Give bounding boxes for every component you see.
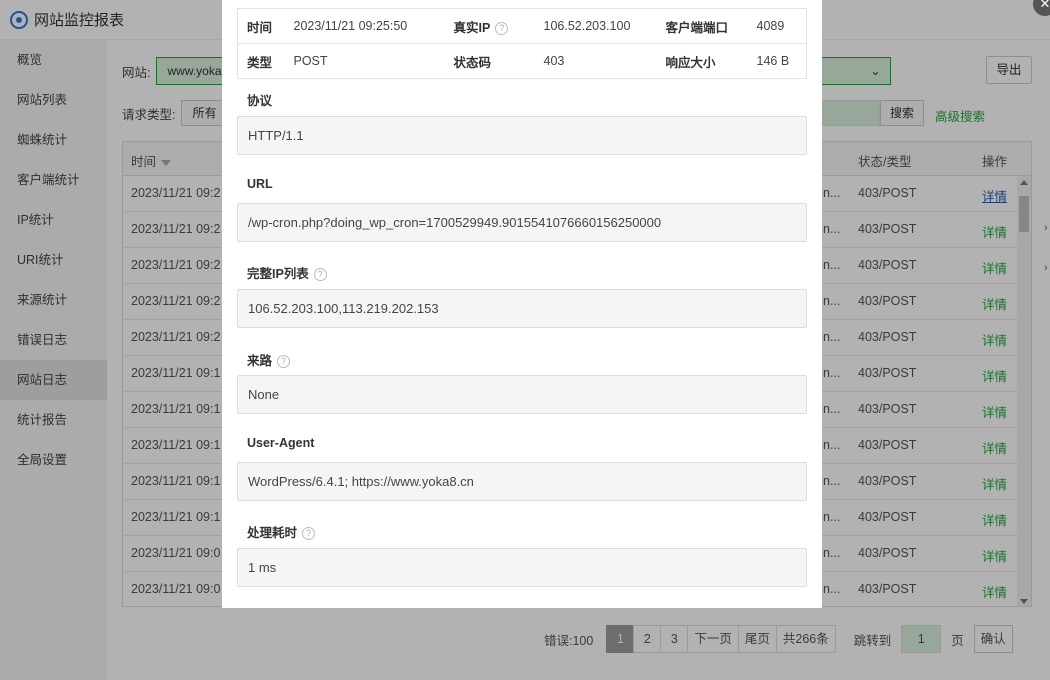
url-field[interactable]: /wp-cron.php?doing_wp_cron=1700529949.90… xyxy=(237,203,807,242)
elapsed-label-text: 处理耗时 xyxy=(247,526,298,540)
help-icon[interactable]: ? xyxy=(495,21,509,35)
edge-arrow-icon: › xyxy=(1044,222,1048,234)
real-ip-value: 106.52.203.100 xyxy=(534,8,657,44)
real-ip-label: 真实IP? xyxy=(444,8,535,44)
type-label: 类型 xyxy=(237,43,285,79)
ip-list-field[interactable]: 106.52.203.100,113.219.202.153 xyxy=(237,289,807,328)
response-size-label: 响应大小 xyxy=(656,43,748,79)
client-port-value: 4089 xyxy=(747,8,807,44)
protocol-label: 协议 xyxy=(247,94,273,108)
help-icon[interactable]: ? xyxy=(313,268,327,282)
elapsed-label: 处理耗时? xyxy=(247,522,316,541)
ip-list-label-text: 完整IP列表 xyxy=(247,267,309,281)
referer-field[interactable]: None xyxy=(237,375,807,414)
close-icon[interactable]: ✕ xyxy=(1033,0,1050,16)
response-size-value: 146 B xyxy=(747,43,807,79)
referer-label: 来路? xyxy=(247,350,291,369)
info-row: 类型 POST 状态码 403 响应大小 146 B xyxy=(237,43,807,79)
protocol-field[interactable]: HTTP/1.1 xyxy=(237,116,807,155)
elapsed-field[interactable]: 1 ms xyxy=(237,548,807,587)
help-icon[interactable]: ? xyxy=(302,527,316,541)
time-value: 2023/11/21 09:25:50 xyxy=(284,8,445,44)
user-agent-field[interactable]: WordPress/6.4.1; https://www.yoka8.cn xyxy=(237,462,807,501)
ip-list-label: 完整IP列表? xyxy=(247,263,327,282)
referer-label-text: 来路 xyxy=(247,354,273,368)
request-info-table: 时间 2023/11/21 09:25:50 真实IP? 106.52.203.… xyxy=(237,8,807,79)
user-agent-label: User-Agent xyxy=(247,436,315,450)
time-label: 时间 xyxy=(237,8,285,44)
help-icon[interactable]: ? xyxy=(277,355,291,369)
status-code-label: 状态码 xyxy=(444,43,535,79)
status-code-value: 403 xyxy=(534,43,657,79)
type-value: POST xyxy=(284,43,445,79)
url-label: URL xyxy=(247,177,273,191)
info-row: 时间 2023/11/21 09:25:50 真实IP? 106.52.203.… xyxy=(237,8,807,44)
edge-arrow-icon: › xyxy=(1044,262,1048,274)
real-ip-label-text: 真实IP xyxy=(453,20,491,35)
log-detail-modal: 时间 2023/11/21 09:25:50 真实IP? 106.52.203.… xyxy=(222,0,822,608)
client-port-label: 客户端端口 xyxy=(656,8,748,44)
